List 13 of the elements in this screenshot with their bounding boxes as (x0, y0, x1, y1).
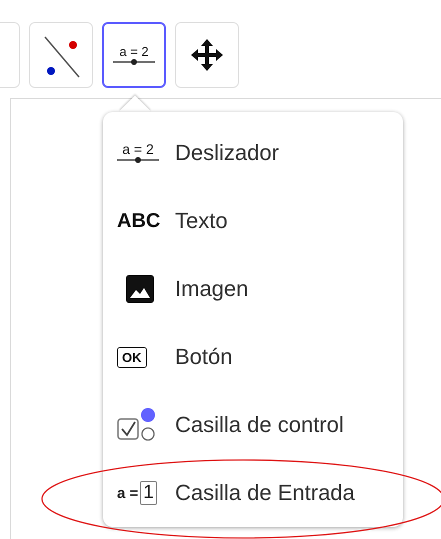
move-icon (189, 37, 225, 73)
menu-item-label[interactable]: Casilla de Entrada (175, 480, 355, 506)
tool-button[interactable] (175, 22, 239, 88)
menu-item-label[interactable]: Botón (175, 344, 232, 370)
menu-item-label[interactable]: Deslizador (175, 140, 279, 166)
ok-button-icon: OK (117, 346, 146, 368)
menu-item-label[interactable]: Texto (175, 208, 228, 234)
tool-button[interactable] (29, 22, 93, 88)
tool-button[interactable]: a = 2 (102, 22, 166, 88)
text-icon: ABC (117, 210, 160, 232)
image-icon (125, 274, 155, 304)
menu-item-label[interactable]: Imagen (175, 276, 248, 302)
menu-item-label[interactable]: Casilla de control (175, 412, 344, 438)
